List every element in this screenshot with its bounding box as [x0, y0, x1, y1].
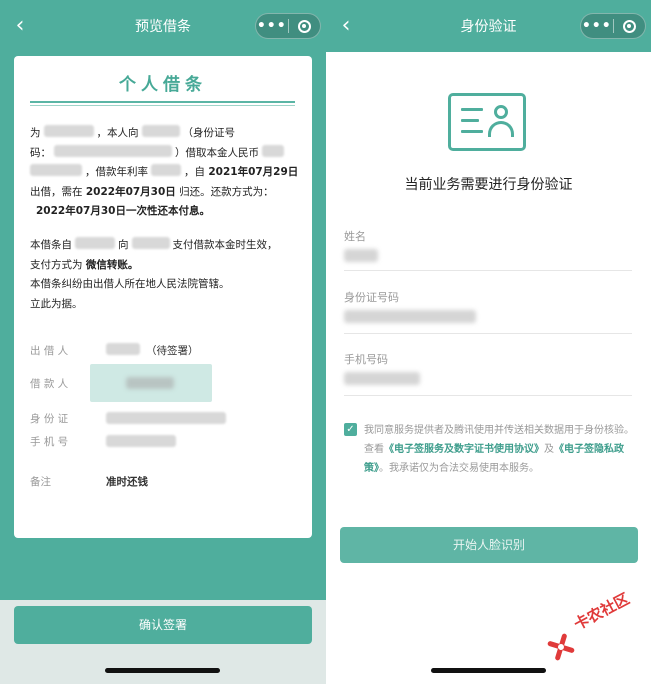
id-number-label: 身份证号码	[344, 291, 399, 304]
field-divider	[344, 333, 632, 334]
field-divider	[344, 270, 632, 271]
mini-program-capsule: •••	[580, 13, 646, 39]
confirm-sign-button[interactable]: 确认签署	[14, 606, 312, 644]
id-number-field[interactable]	[344, 310, 476, 323]
redacted-amount-cont	[30, 164, 82, 176]
loan-terms-paragraph: 为，本人向 （身份证号 码： ）借取本金人民币 ，借款年利率 ，自 2021年07月2…	[30, 124, 300, 222]
close-miniprogram-icon[interactable]	[613, 19, 645, 33]
redacted-lender-2	[75, 237, 115, 249]
pending-signature-status: （待签署）	[146, 345, 199, 357]
loan-preview-screen: ‹ 预览借条 ••• 个人借条 为，本人向 （身份证号 码： ）借取本金人民币 ，借…	[0, 0, 326, 684]
nav-bar: ‹ 预览借条 •••	[0, 0, 326, 52]
home-indicator	[431, 668, 546, 673]
phone-field[interactable]	[344, 372, 420, 385]
watermark-logo-icon	[547, 633, 575, 661]
more-menu-icon[interactable]: •••	[256, 13, 288, 39]
start-face-recognition-button[interactable]: 开始人脸识别	[340, 527, 638, 563]
memo-value: 准时还钱	[106, 476, 148, 488]
identity-verification-screen: ‹ 身份验证 ••• 当前业务需要进行身份验证 姓名 身份证号码 手机号码 ✓	[326, 0, 651, 684]
verification-heading: 当前业务需要进行身份验证	[404, 177, 573, 193]
loan-due-date: 2022年07月30日	[85, 185, 176, 198]
title-divider-thin	[30, 105, 295, 106]
redacted-lender	[141, 125, 180, 137]
id-card-icon	[448, 93, 526, 151]
agreement-text: 我同意服务提供者及腾讯使用并传送相关数据用于身份核验。查看《电子签服务及数字证书…	[364, 425, 634, 474]
name-field[interactable]	[344, 249, 378, 262]
mini-program-capsule: •••	[255, 13, 321, 39]
nav-bar: ‹ 身份验证 •••	[326, 0, 651, 52]
watermark: 卡农社区	[547, 590, 648, 668]
effectiveness-paragraph: 本借条自向支付借款本金时生效， 支付方式为 微信转账。 本借条纠纷由出借人所在地…	[30, 237, 278, 310]
loan-note-title: 个人借条	[119, 75, 207, 95]
redacted-id-number	[54, 144, 172, 157]
redacted-phone	[106, 435, 176, 447]
redacted-borrower-2	[131, 237, 170, 249]
payment-method: 微信转账。	[85, 258, 139, 271]
redacted-id	[106, 412, 226, 424]
redacted-lender-name	[106, 343, 140, 355]
esign-agreement-link[interactable]: 《电子签服务及数字证书使用协议》	[384, 444, 544, 455]
more-menu-icon[interactable]: •••	[581, 13, 613, 39]
repayment-terms: 2022年07月30日一次性还本付息。	[36, 205, 210, 217]
close-miniprogram-icon[interactable]	[288, 19, 320, 33]
loan-start-date: 2021年07月29日	[208, 166, 299, 178]
borrower-signature	[90, 364, 212, 402]
redacted-borrower	[43, 125, 94, 137]
name-label: 姓名	[344, 230, 366, 243]
field-divider	[344, 395, 632, 396]
phone-label: 手机号码	[344, 353, 388, 366]
redacted-rate	[151, 164, 181, 176]
title-divider	[30, 101, 295, 103]
redacted-amount	[262, 144, 284, 157]
loan-note-card: 个人借条 为，本人向 （身份证号 码： ）借取本金人民币 ，借款年利率 ，自 2021…	[14, 56, 312, 538]
home-indicator	[105, 668, 220, 673]
screenshot-pair: ‹ 预览借条 ••• 个人借条 为，本人向 （身份证号 码： ）借取本金人民币 ，借…	[0, 0, 651, 684]
agreement-checkbox[interactable]: ✓	[344, 423, 357, 436]
